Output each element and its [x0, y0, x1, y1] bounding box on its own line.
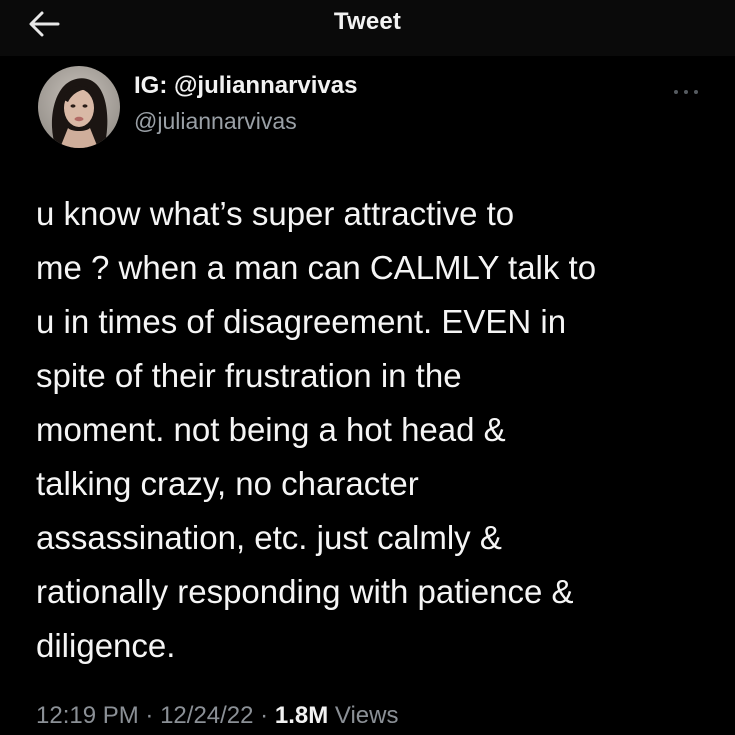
avatar[interactable]: [38, 66, 120, 148]
views-label[interactable]: Views: [335, 702, 399, 729]
meta-separator: ·: [145, 702, 154, 729]
tweet-text: u know what’s super attractive to me ? w…: [36, 195, 597, 664]
tweet-date: 12/24/22: [160, 702, 254, 729]
profile-photo: [38, 66, 120, 148]
author-handle[interactable]: @juliannarvivas: [134, 108, 297, 135]
views-count[interactable]: 1.8M: [275, 702, 328, 729]
more-horizontal-icon: [674, 90, 698, 94]
meta-separator: ·: [260, 702, 269, 729]
top-navigation-bar: Tweet: [0, 0, 735, 56]
tweet-metadata: 12:19 PM · 12/24/22 · 1.8M Views: [36, 702, 398, 730]
more-options-button[interactable]: [668, 82, 704, 102]
author-display-name[interactable]: IG: @juliannarvivas: [134, 72, 357, 100]
tweet-time: 12:19 PM: [36, 702, 139, 729]
page-title: Tweet: [333, 8, 402, 35]
